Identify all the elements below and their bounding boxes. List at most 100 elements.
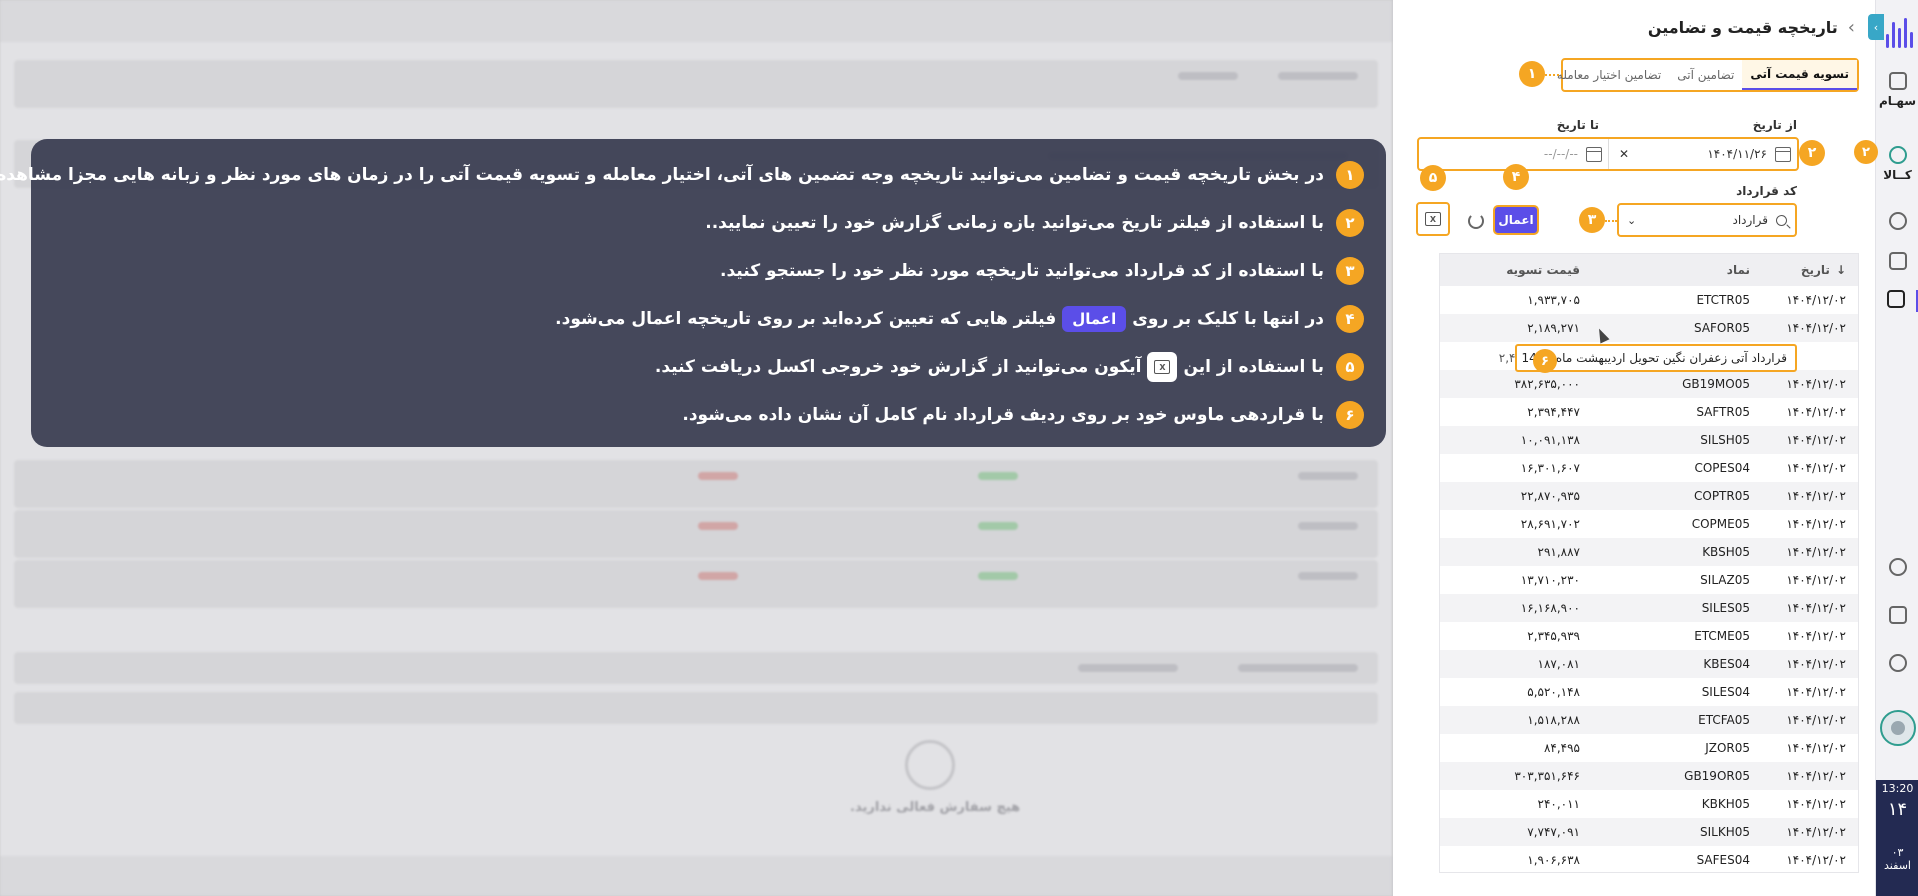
cell-symbol: GB19OR05 [1684, 769, 1750, 783]
empty-state-text: هیچ سفارش فعالی ندارید. [850, 800, 1021, 815]
clock-time: 13:20 [1881, 782, 1914, 795]
clear-icon[interactable]: ✕ [1619, 147, 1629, 161]
block-icon [1888, 212, 1907, 230]
cell-symbol: COPES04 [1694, 461, 1750, 475]
avatar[interactable] [1880, 710, 1916, 746]
cell-date: ۱۴۰۴/۱۲/۰۲ [1786, 461, 1846, 475]
chevron-right-icon[interactable]: › [1848, 17, 1855, 38]
from-date-input[interactable]: ۱۴۰۴/۱۱/۲۶ ✕ [1608, 139, 1797, 169]
table-row[interactable]: ۱۴۰۴/۱۲/۰۲ SAFTR05 ۲,۳۹۴,۴۴۷ [1440, 398, 1858, 426]
cell-price: ۲۹۱,۸۸۷ [1537, 545, 1581, 559]
tab-futures-margins[interactable]: تضامین آتی [1669, 60, 1742, 90]
help-line-2: ۲ با استفاده از فیلتر تاریخ می‌توانید با… [31, 199, 1364, 247]
sidebar-item-calculator[interactable] [1876, 252, 1918, 274]
cell-date: ۱۴۰۴/۱۲/۰۲ [1786, 853, 1846, 867]
table-row[interactable]: ۱۴۰۴/۱۲/۰۲ COPTR05 ۲۲,۸۷۰,۹۳۵ [1440, 482, 1858, 510]
main-sidebar: ‹ سهـام کــالا ۲ 13:20 ۱۴ ۰۳ اسفند [1854, 0, 1918, 896]
table-row[interactable]: ۱۴۰۴/۱۲/۰۲ GB19MO05 ۳۸۲,۶۳۵,۰۰۰ [1440, 370, 1858, 398]
help-text: فیلتر هایی که تعیین کرده‌اید بر روی تاری… [555, 309, 1057, 329]
cell-price: ۲,۳۴۵,۹۳۹ [1527, 629, 1580, 643]
cell-symbol: GB19MO05 [1682, 377, 1750, 391]
table-row[interactable]: ۱۴۰۴/۱۲/۰۲ SILES05 ۱۶,۱۶۸,۹۰۰ [1440, 594, 1858, 622]
help-text: با قراردهی ماوس خود بر روی ردیف قرارداد … [682, 405, 1324, 425]
excel-export-button[interactable]: X [1416, 202, 1450, 236]
cell-price: ۲۲,۸۷۰,۹۳۵ [1520, 489, 1580, 503]
table-row[interactable]: ۱۴۰۴/۱۲/۰۲ KBES04 ۱۸۷,۰۸۱ [1440, 650, 1858, 678]
table-row[interactable]: ۱۴۰۴/۱۲/۰۲ SILSH05 ۱۰,۰۹۱,۱۳۸ [1440, 426, 1858, 454]
cell-symbol: SAFTR05 [1696, 405, 1750, 419]
sidebar-item-history[interactable] [1876, 290, 1918, 312]
table-row[interactable]: ۱۴۰۴/۱۲/۰۲ COPME05 ۲۸,۶۹۱,۷۰۲ [1440, 510, 1858, 538]
cell-symbol: KBSH05 [1702, 545, 1750, 559]
sort-arrow-icon: ↓ [1835, 263, 1846, 277]
help-line-3: ۳ با استفاده از کد قرارداد می‌توانید تار… [31, 247, 1364, 295]
table-row[interactable]: ۱۴۰۴/۱۲/۰۲ SAFOR05 ۲,۱۸۹,۲۷۱ [1440, 314, 1858, 342]
to-date-label: تا تاریخ [1556, 118, 1599, 132]
cell-symbol: KBKH05 [1701, 797, 1750, 811]
help-number: ۲ [1336, 209, 1364, 237]
background-app: هیچ سفارش فعالی ندارید. [0, 0, 1392, 896]
apply-button[interactable]: اعمال [1493, 205, 1539, 235]
table-row[interactable]: ۱۴۰۴/۱۲/۰۲ SILAZ05 ۱۳,۷۱۰,۲۳۰ [1440, 566, 1858, 594]
table-row[interactable]: ۱۴۰۴/۱۲/۰۲ GB19OR05 ۳۰۳,۳۵۱,۶۴۶ [1440, 762, 1858, 790]
refresh-icon[interactable] [1468, 213, 1484, 229]
clock-month: اسفند [1884, 859, 1911, 872]
table-row[interactable]: ۱۴۰۴/۱۲/۰۲ SILES04 ۵,۵۲۰,۱۴۸ [1440, 678, 1858, 706]
help-text: با استفاده از کد قرارداد می‌توانید تاریخ… [720, 261, 1324, 281]
sidebar-item-block[interactable] [1876, 212, 1918, 234]
help-text: با استفاده از این [1183, 357, 1324, 377]
chevron-down-icon[interactable]: ⌄ [1627, 214, 1636, 227]
sidebar-item-commodities[interactable]: کــالا [1876, 146, 1918, 182]
cell-date: ۱۴۰۴/۱۲/۰۲ [1786, 489, 1846, 503]
table-row[interactable]: ۱۴۰۴/۱۲/۰۲ KBKH05 ۲۴۰,۰۱۱ [1440, 790, 1858, 818]
cell-symbol: SILES05 [1701, 601, 1750, 615]
table-row[interactable]: ۱۴۰۴/۱۲/۰۲ JZOR05 ۸۴,۴۹۵ [1440, 734, 1858, 762]
table-row[interactable]: ۱۴۰۴/۱۲/۰۲ SAFES04 ۱,۹۰۶,۶۳۸ [1440, 846, 1858, 872]
clock-widget: 13:20 ۱۴ ۰۳ اسفند [1876, 780, 1918, 896]
tab-futures-settlement[interactable]: تسویه قیمت آتی [1742, 60, 1857, 90]
page-title: تاریخچه قیمت و تضامین [1647, 17, 1838, 37]
column-date[interactable]: ↓تاریخ [1770, 263, 1858, 277]
cell-price: ۷,۷۴۷,۰۹۱ [1527, 825, 1580, 839]
help-number: ۴ [1336, 305, 1364, 333]
cell-price: ۳۰۳,۳۵۱,۶۴۶ [1514, 769, 1580, 783]
table-row[interactable]: ۱۴۰۴/۱۲/۰۲ KBSH05 ۲۹۱,۸۸۷ [1440, 538, 1858, 566]
cell-price: ۵,۵۲۰,۱۴۸ [1527, 685, 1580, 699]
calendar-icon [1586, 146, 1602, 162]
cell-symbol: COPME05 [1691, 517, 1750, 531]
sidebar-item-stocks[interactable]: سهـام [1876, 72, 1918, 108]
tooltip-text: قرارداد آتی زعفران نگین تحویل اردیبهشت م… [1522, 351, 1787, 365]
contract-search-input[interactable]: قرارداد ⌄ [1617, 203, 1797, 237]
cell-date: ۱۴۰۴/۱۲/۰۲ [1786, 657, 1846, 671]
cell-symbol: SAFOR05 [1693, 321, 1750, 335]
document-icon [1887, 290, 1905, 308]
tab-options-margins[interactable]: تضامین اختیار معامله [1549, 60, 1669, 90]
table-row[interactable]: ۱۴۰۴/۱۲/۰۲ ETCFA05 ۱,۵۱۸,۲۸۸ [1440, 706, 1858, 734]
background-row [14, 510, 1378, 558]
table-row[interactable]: ۱۴۰۴/۱۲/۰۲ ETCTR05 ۱,۹۳۳,۷۰۵ [1440, 286, 1858, 314]
cell-symbol: KBES04 [1703, 657, 1750, 671]
calculator-icon [1888, 252, 1907, 270]
cell-symbol: SAFES04 [1696, 853, 1750, 867]
cell-date: ۱۴۰۴/۱۲/۰۲ [1786, 685, 1846, 699]
cell-date: ۱۴۰۴/۱۲/۰۲ [1786, 741, 1846, 755]
cell-date: ۱۴۰۴/۱۲/۰۲ [1786, 797, 1846, 811]
guide-marker-6: ۶ [1533, 349, 1557, 373]
sidebar-item-notifications[interactable] [1876, 606, 1918, 628]
cell-date: ۱۴۰۴/۱۲/۰۲ [1786, 433, 1846, 447]
contract-code-label: کد قرارداد [1736, 184, 1797, 198]
sidebar-item-settings[interactable] [1876, 558, 1918, 580]
table-row[interactable]: ۱۴۰۴/۱۲/۰۲ SILKH05 ۷,۷۴۷,۰۹۱ [1440, 818, 1858, 846]
cell-symbol: SILAZ05 [1700, 573, 1750, 587]
tab-bar: تسویه قیمت آتی تضامین آتی تضامین اختیار … [1557, 58, 1859, 92]
from-date-label: از تاریخ [1752, 118, 1797, 132]
column-price: قیمت تسویه [1506, 263, 1580, 277]
marker-line [1605, 220, 1617, 222]
table-row[interactable]: ۱۴۰۴/۱۲/۰۲ COPES04 ۱۶,۳۰۱,۶۰۷ [1440, 454, 1858, 482]
cell-date: ۱۴۰۴/۱۲/۰۲ [1786, 769, 1846, 783]
background-row [14, 60, 1378, 108]
sidebar-item-support[interactable] [1876, 654, 1918, 676]
clock-day: ۱۴ [1887, 799, 1908, 820]
excel-icon: X [1425, 212, 1441, 226]
table-row[interactable]: ۱۴۰۴/۱۲/۰۲ ETCME05 ۲,۳۴۵,۹۳۹ [1440, 622, 1858, 650]
